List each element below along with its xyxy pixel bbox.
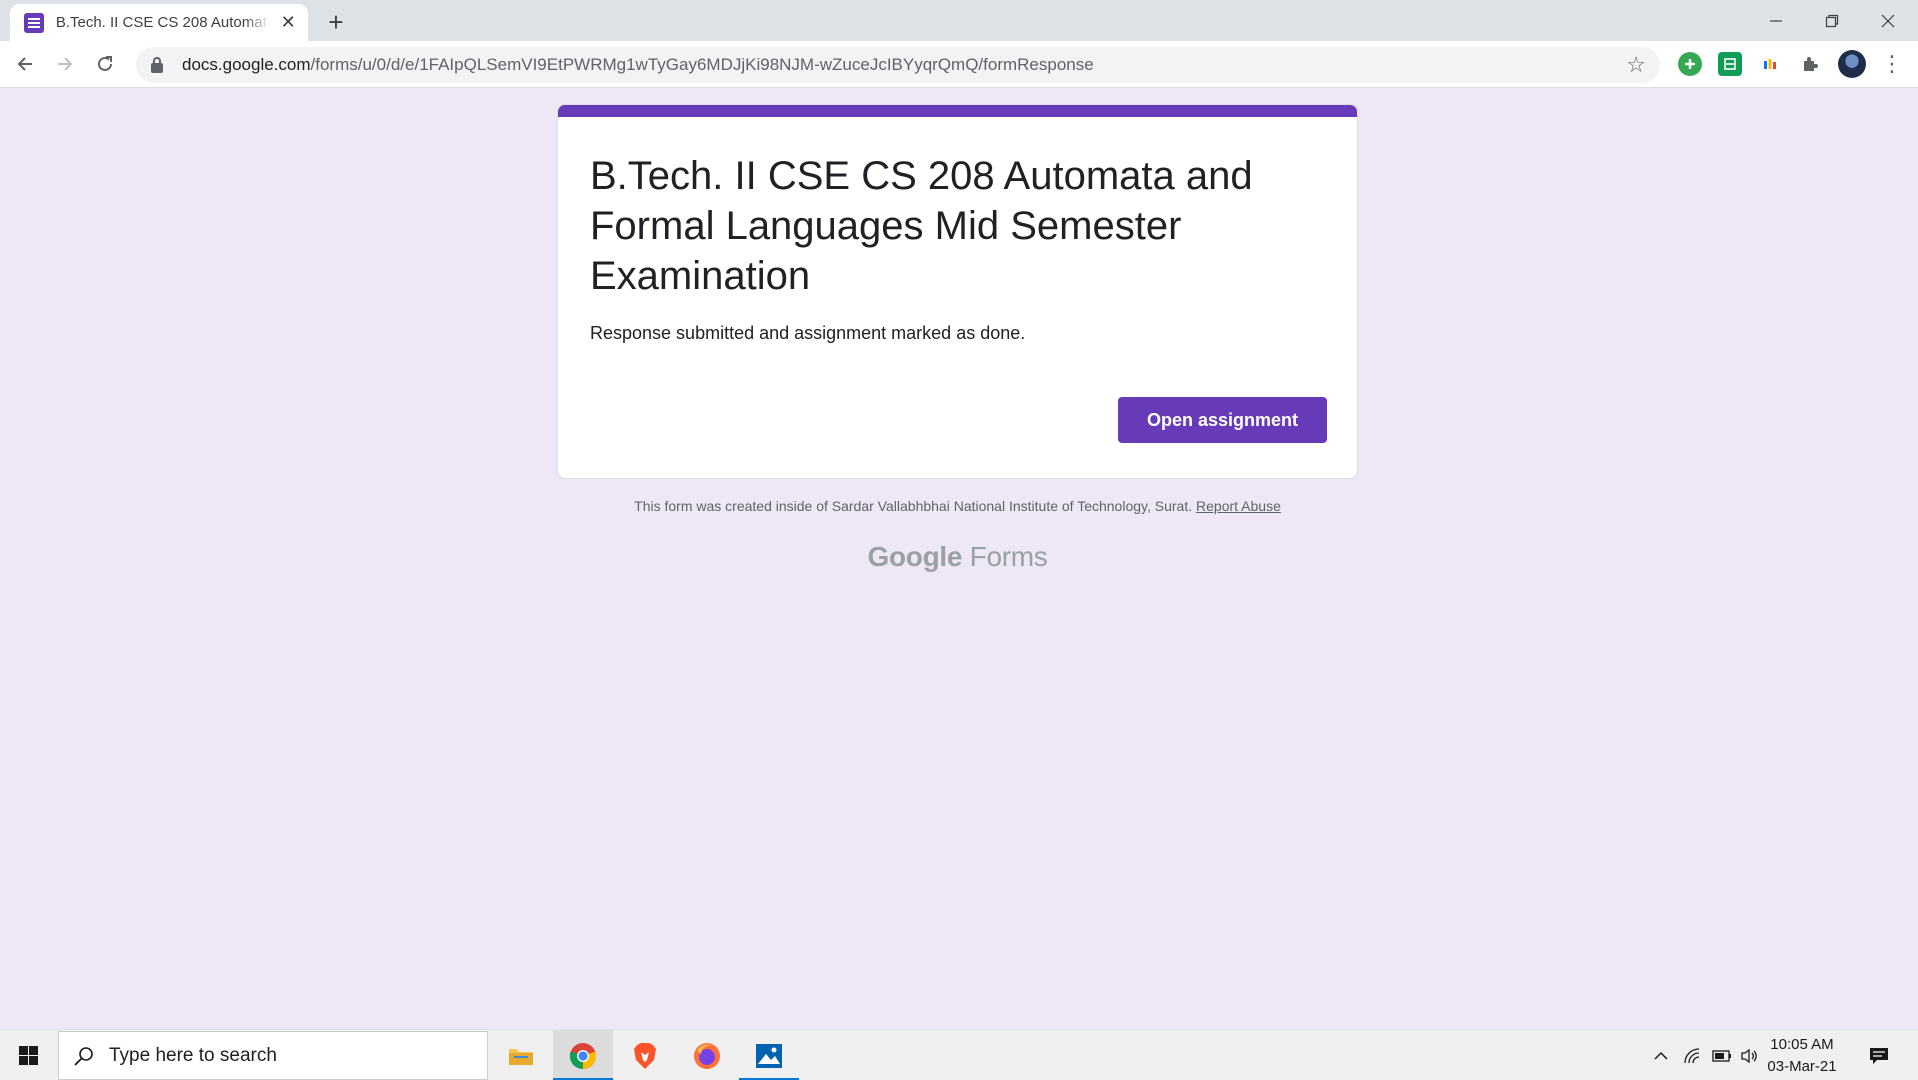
confirmation-message: Response submitted and assignment marked…: [590, 323, 1026, 343]
extension-add-icon[interactable]: [1678, 52, 1702, 76]
form-title: B.Tech. II CSE CS 208 Automata and Forma…: [590, 154, 1253, 298]
action-center-button[interactable]: [1862, 1030, 1896, 1080]
taskbar-brave[interactable]: [615, 1030, 675, 1080]
close-window-button[interactable]: [1860, 0, 1916, 41]
taskbar-file-explorer[interactable]: [491, 1030, 551, 1080]
folder-icon: [509, 1048, 533, 1065]
url-path: /forms/u/0/d/e/1FAIpQLSemVI9EtPWRMg1wTyG…: [310, 55, 1094, 74]
extension-sheet-icon[interactable]: [1718, 52, 1742, 76]
tab-strip: B.Tech. II CSE CS 208 Automata and Forma…: [0, 0, 1918, 41]
star-icon[interactable]: ☆: [1626, 52, 1646, 78]
photos-icon: [756, 1043, 782, 1068]
menu-icon[interactable]: ⋮: [1880, 51, 1904, 76]
brave-lion-icon: [634, 1042, 656, 1069]
chrome-icon: [569, 1042, 597, 1069]
close-icon: [1881, 14, 1895, 27]
footer-note-text: This form was created inside of Sardar V…: [634, 498, 1193, 514]
url-host: docs.google.com: [182, 55, 311, 74]
start-button[interactable]: [0, 1030, 56, 1080]
firefox-icon: [694, 1042, 720, 1069]
network-icon[interactable]: [1678, 1030, 1706, 1080]
battery-level-icon: [1712, 1049, 1731, 1062]
restore-icon: [1825, 14, 1839, 27]
taskbar-firefox[interactable]: [677, 1030, 737, 1080]
tab-close-icon[interactable]: ✕: [278, 12, 298, 33]
extension-tricolor-icon[interactable]: [1758, 52, 1782, 76]
google-forms-favicon-icon: [24, 12, 44, 33]
clock-date: 03-Mar-21: [1767, 1058, 1837, 1075]
chevron-up-icon: [1654, 1051, 1668, 1060]
report-abuse-link[interactable]: Report Abuse: [1196, 498, 1281, 514]
profile-avatar-icon[interactable]: [1838, 50, 1866, 78]
tab-title: B.Tech. II CSE CS 208 Automata and Forma…: [55, 14, 271, 31]
taskbar-search-box[interactable]: Type here to search: [58, 1031, 488, 1080]
back-icon: [17, 57, 32, 71]
plus-icon: [1685, 59, 1695, 69]
card-accent-bar: [558, 105, 1357, 117]
puzzle-icon: [1804, 57, 1818, 71]
taskbar-clock[interactable]: 10:05 AM 03-Mar-21: [1756, 1034, 1848, 1078]
open-assignment-button[interactable]: Open assignment: [1118, 397, 1327, 443]
notification-icon: [1870, 1047, 1888, 1064]
new-tab-button[interactable]: +: [322, 7, 350, 37]
reload-button[interactable]: [88, 47, 122, 81]
address-bar[interactable]: docs.google.com/forms/u/0/d/e/1FAIpQLSem…: [136, 47, 1660, 83]
brand-google: Google: [867, 541, 963, 572]
minimize-button[interactable]: [1748, 0, 1804, 41]
forward-button[interactable]: [48, 47, 82, 81]
minimize-icon: [1770, 19, 1782, 22]
show-hidden-icons-chevron-icon[interactable]: [1648, 1030, 1674, 1080]
form-footer-note: This form was created inside of Sardar V…: [557, 498, 1358, 514]
back-button[interactable]: [8, 47, 42, 81]
forward-icon: [58, 57, 73, 71]
clock-time: 10:05 AM: [1770, 1036, 1834, 1053]
taskbar-photos[interactable]: [739, 1030, 799, 1080]
extensions-icon[interactable]: [1798, 52, 1822, 76]
taskbar-search-placeholder: Type here to search: [109, 1044, 277, 1066]
reload-icon: [98, 56, 112, 71]
google-forms-logo[interactable]: Google Forms: [557, 541, 1358, 573]
taskbar: Type here to search 10:05 AM 03-Mar-21: [0, 1029, 1918, 1080]
windows-logo-icon: [18, 1046, 38, 1065]
form-card: B.Tech. II CSE CS 208 Automata and Forma…: [557, 104, 1358, 479]
url-text[interactable]: docs.google.com/forms/u/0/d/e/1FAIpQLSem…: [182, 55, 1094, 75]
battery-icon[interactable]: [1708, 1030, 1736, 1080]
sheet-icon: [1724, 58, 1736, 70]
browser-tab[interactable]: B.Tech. II CSE CS 208 Automata and Forma…: [10, 4, 308, 41]
brand-forms: Forms: [969, 541, 1048, 572]
search-icon: [74, 1046, 93, 1066]
lock-icon[interactable]: [150, 56, 164, 74]
taskbar-chrome[interactable]: [553, 1030, 613, 1080]
restore-button[interactable]: [1804, 0, 1860, 41]
wifi-icon: [1684, 1047, 1700, 1063]
browser-toolbar: docs.google.com/forms/u/0/d/e/1FAIpQLSem…: [0, 41, 1918, 88]
bars-icon: [1764, 59, 1776, 69]
